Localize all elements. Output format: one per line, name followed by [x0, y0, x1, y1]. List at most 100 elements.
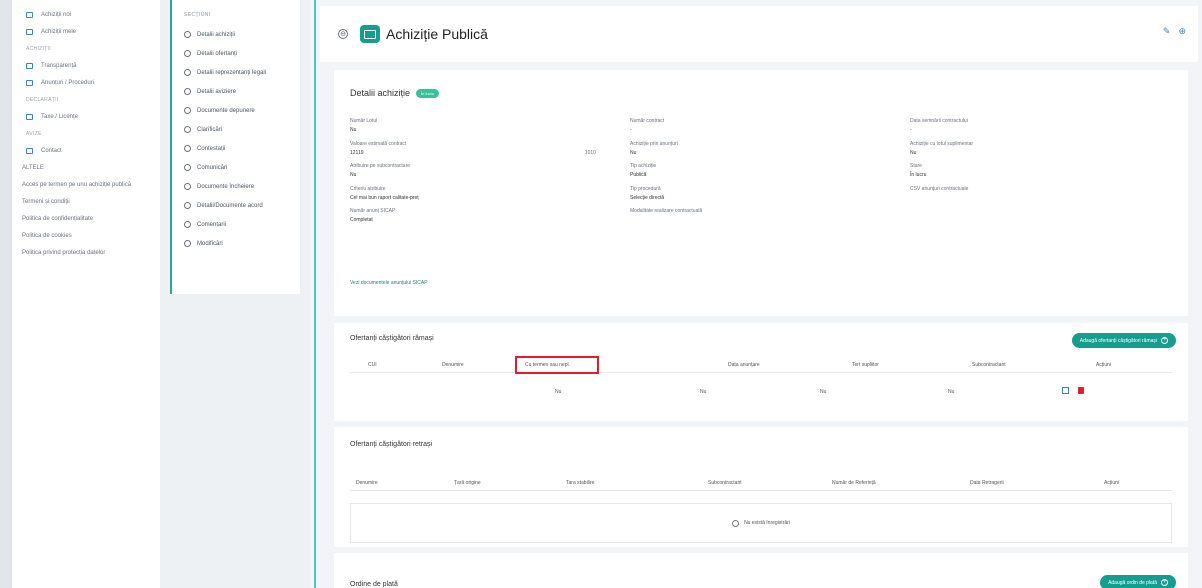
detail-field: Tip procedură Selecție directă — [630, 186, 890, 202]
detail-field: Criteriu atribuire Cel mai bun raport cal… — [350, 186, 610, 202]
nav-item-icon — [26, 113, 33, 120]
table-cell: Nu — [948, 389, 955, 395]
section-nav-item[interactable]: Clarificări — [184, 120, 300, 139]
detail-field: CSV anunțuri contractuale — [910, 186, 1170, 202]
more-icon[interactable]: ⊕ — [1178, 26, 1186, 37]
column-header: CUI — [368, 362, 377, 368]
section-item-icon — [184, 202, 191, 209]
section-nav-item[interactable]: Detalii reprezentanți legali — [184, 63, 300, 82]
section-nav-item[interactable]: Comentarii — [184, 215, 300, 234]
payment-orders-card: Ordine de plată Adaugă ordin de plată + — [334, 553, 1188, 588]
detail-field: Număr Lotul Nu — [350, 118, 610, 134]
section-nav-item[interactable]: Detalii aviziere — [184, 82, 300, 101]
delete-icon[interactable] — [1078, 387, 1084, 394]
table-cell: Nu — [820, 389, 827, 395]
page-title: Achiziție Publică — [386, 26, 488, 42]
nav-item[interactable]: Taxe / Licențe — [12, 108, 160, 125]
section-item-icon — [184, 183, 191, 190]
nav-item[interactable]: Politica de confidențialitate — [12, 210, 160, 227]
add-payment-order-button[interactable]: Adaugă ordin de plată + — [1100, 575, 1176, 588]
section-nav-item[interactable]: Documente depunere — [184, 101, 300, 120]
field-value: Nu — [630, 149, 637, 156]
details-title: Detalii achiziție În lucru — [350, 88, 440, 99]
table-cell: Nu — [555, 389, 562, 395]
nav-section-header: AVIZE — [26, 130, 42, 137]
section-nav-item[interactable]: Documente încheiere — [184, 177, 300, 196]
plus-icon: + — [1161, 579, 1168, 586]
highlight-box — [515, 356, 599, 374]
section-nav-item[interactable]: Contestații — [184, 139, 300, 158]
withdrawn-table-header: Denumire Țară origine Tara stabilire Subcon… — [350, 475, 1172, 491]
nav-item[interactable]: Contact — [12, 142, 160, 159]
status-badge: În lucru — [416, 89, 440, 99]
field-label: Stare — [910, 163, 922, 169]
section-item-icon — [184, 126, 191, 133]
nav-item[interactable]: Acces pe termen pe unu achiziție publică — [12, 176, 160, 193]
nav-item-icon — [26, 62, 33, 69]
details-card: Detalii achiziție În lucru Număr Lotul Nu N… — [334, 70, 1188, 316]
remaining-title: Ofertanți căștigători rămași — [350, 335, 434, 342]
section-item-icon — [184, 88, 191, 95]
field-extra-value: 1010 — [584, 149, 596, 156]
field-value: Nu — [910, 149, 917, 156]
nav-item[interactable]: Achiziții noi — [12, 6, 160, 23]
nav-item[interactable]: ALTELE — [12, 159, 160, 176]
section-item-icon — [184, 164, 191, 171]
empty-state: Nu există înregistrări — [350, 503, 1172, 543]
field-value — [630, 217, 890, 224]
nav-item[interactable]: Anunțuri / Proceduri — [12, 74, 160, 91]
field-value: - — [630, 127, 632, 133]
section-nav-item[interactable]: Detalii achiziții — [184, 25, 300, 44]
nav-item[interactable]: Achiziții mele — [12, 23, 160, 40]
field-label: Atribuire pe subcontractare — [350, 163, 411, 169]
nav-item-icon — [26, 11, 33, 18]
field-value: Cel mai bun raport calitate-preț — [350, 194, 419, 201]
field-label: Număr Lotul — [350, 118, 378, 124]
table-row: Nu Nu Nu Nu — [350, 379, 1172, 403]
info-icon — [732, 519, 740, 527]
column-header: Tara stabilire — [566, 480, 595, 486]
back-icon[interactable]: ⊖ — [338, 29, 348, 39]
field-label: Valoare estimată contract — [350, 140, 407, 147]
field-value: Completat — [350, 217, 373, 223]
section-nav-title: SECȚIUNI — [184, 12, 211, 18]
section-nav-item[interactable]: Detalii/Documente acord — [184, 196, 300, 215]
field-value: Nu — [350, 172, 357, 178]
detail-field: Achiziție cu lotul suplimentar Nu — [910, 141, 1170, 157]
field-label: Achiziție prin anunțuri — [630, 140, 678, 147]
field-label: Tip achiziție — [630, 163, 657, 169]
column-header: Acțiuni — [1104, 480, 1120, 486]
procurement-icon — [360, 25, 380, 43]
detail-field: Data semnării contractului - — [910, 118, 1170, 134]
edit-icon[interactable]: ✎ — [1163, 26, 1171, 37]
section-nav-item[interactable]: Modificări — [184, 234, 300, 253]
nav-item-icon — [26, 147, 33, 154]
sicap-documents-link[interactable]: Vezi documentele anunțului SICAP — [350, 280, 428, 286]
nav-item-icon — [26, 79, 33, 86]
add-remaining-winner-button[interactable]: Adaugă ofertanți căștigători rămași + — [1071, 333, 1176, 348]
nav-item[interactable]: Transparență — [12, 57, 160, 74]
edit-icon[interactable] — [1062, 387, 1069, 394]
nav-section-header: ACHIZIȚII — [26, 45, 51, 52]
field-value — [910, 195, 1170, 202]
nav-item[interactable]: Politica de cookies — [12, 227, 160, 244]
main-content: ⊖ Achiziție Publică ✎ ⊕ Detalii achiziți… — [314, 0, 1202, 588]
nav-item[interactable]: Termeni și condiții — [12, 193, 160, 210]
left-navigation: Achiziții noi Achiziții mele ACHIZIȚII Tran… — [0, 0, 160, 588]
nav-item[interactable]: Politica privind protecția datelor — [12, 244, 160, 261]
remaining-table-header: CUI Denumire Cu termen sau nepl. Data anunț… — [350, 356, 1172, 374]
section-item-icon — [184, 221, 191, 228]
section-nav-item[interactable]: Detalii ofertanți — [184, 44, 300, 63]
field-label: Achiziție cu lotul suplimentar — [910, 140, 974, 147]
field-value: Publică — [630, 172, 647, 178]
field-value: - — [910, 127, 912, 133]
section-navigation: SECȚIUNI Detalii achiziții Detalii oferta… — [160, 0, 310, 588]
column-header: Data anunțare — [728, 362, 760, 368]
section-item-icon — [184, 107, 191, 114]
nav-item-icon — [26, 28, 33, 35]
column-header: Număr de Referință — [832, 480, 876, 486]
remaining-winners-card: Ofertanți căștigători rămași Adaugă ofer… — [334, 323, 1188, 421]
section-nav-item[interactable]: Comunicări — [184, 158, 300, 177]
page-header: ⊖ Achiziție Publică ✎ ⊕ — [320, 6, 1198, 62]
column-header: Subcontractant — [972, 362, 1006, 368]
